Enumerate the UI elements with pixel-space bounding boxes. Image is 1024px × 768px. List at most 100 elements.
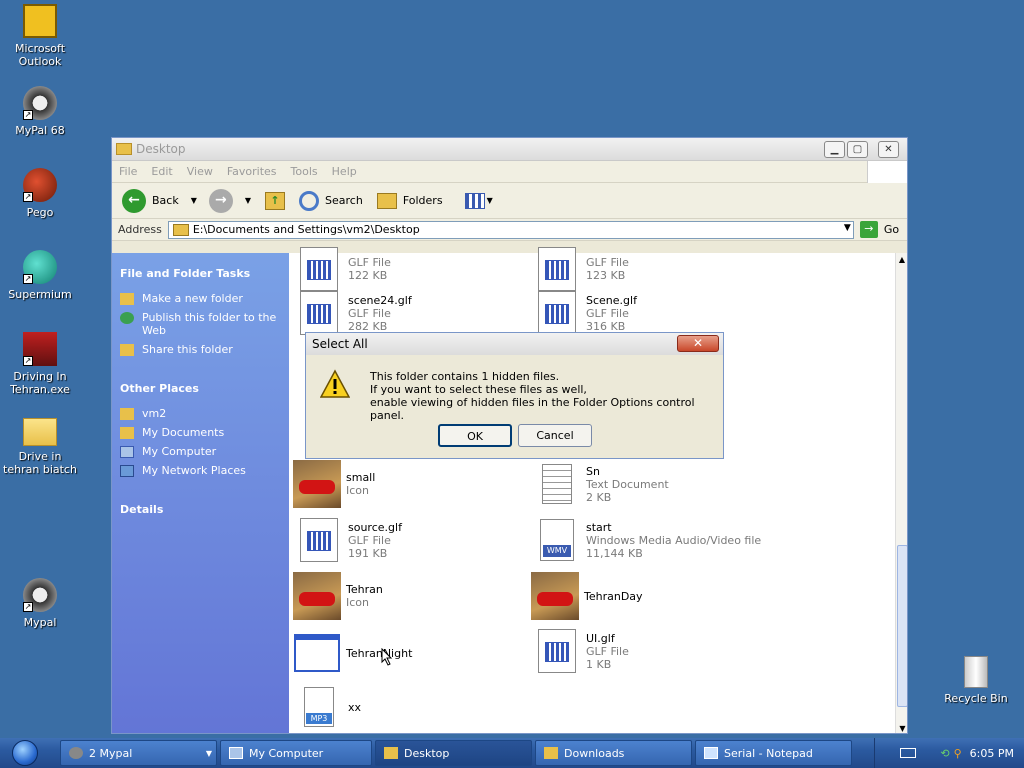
address-value: E:\Documents and Settings\vm2\Desktop bbox=[192, 223, 420, 236]
desktop-icon-driving-in-tehran[interactable]: ↗ Driving In Tehran.exe bbox=[1, 332, 79, 396]
taskbar-button-mypal[interactable]: 2 Mypal ▼ bbox=[60, 740, 217, 766]
keyboard-icon[interactable] bbox=[900, 748, 917, 758]
file-item[interactable]: Scene.glf GLF File 316 KB bbox=[533, 289, 637, 337]
desktop-icon-pego[interactable]: ↗ Pego bbox=[1, 168, 79, 219]
desktop-icon-mypal68[interactable]: ↗ MyPal 68 bbox=[1, 86, 79, 137]
dialog-titlebar[interactable]: Select All ✕ bbox=[306, 333, 723, 355]
up-folder-button[interactable]: ↑ bbox=[259, 191, 286, 210]
window-app-icon bbox=[293, 629, 341, 677]
chevron-down-icon: ▼ bbox=[486, 196, 493, 205]
glf-file-icon bbox=[295, 289, 343, 337]
go-button[interactable]: → Go bbox=[859, 221, 899, 238]
back-button[interactable]: ← Back ▼ bbox=[122, 188, 197, 213]
desktop-icon-recycle-bin[interactable]: Recycle Bin bbox=[936, 656, 1016, 705]
views-button[interactable]: ▼ bbox=[451, 192, 493, 209]
scroll-down-button[interactable]: ▼ bbox=[896, 722, 907, 733]
start-button[interactable] bbox=[0, 738, 50, 768]
menu-file[interactable]: File bbox=[112, 165, 144, 178]
close-button[interactable]: ✕ bbox=[878, 140, 899, 158]
pego-icon: ↗ bbox=[23, 168, 57, 202]
menu-edit[interactable]: Edit bbox=[144, 165, 179, 178]
other-places-title[interactable]: Other Places bbox=[120, 382, 281, 395]
warning-icon bbox=[320, 369, 350, 398]
task-share-folder[interactable]: Share this folder bbox=[120, 343, 281, 356]
file-item[interactable]: small Icon bbox=[293, 460, 375, 508]
windows-logo-icon bbox=[867, 161, 907, 183]
menu-view[interactable]: View bbox=[180, 165, 220, 178]
file-item[interactable]: TehranDay bbox=[531, 572, 643, 620]
scroll-thumb[interactable] bbox=[897, 545, 907, 707]
raccoon-icon: ↗ bbox=[23, 578, 57, 612]
my-documents-icon bbox=[120, 427, 134, 439]
file-name: scene24.glf bbox=[348, 293, 412, 307]
taskbar-button-downloads[interactable]: Downloads bbox=[535, 740, 692, 766]
file-size: 282 KB bbox=[348, 319, 388, 333]
taskbar-button-my-computer[interactable]: My Computer bbox=[220, 740, 372, 766]
task-new-folder[interactable]: Make a new folder bbox=[120, 292, 281, 305]
glf-file-icon bbox=[533, 289, 581, 337]
details-title[interactable]: Details bbox=[120, 503, 281, 516]
scroll-up-button[interactable]: ▲ bbox=[896, 253, 907, 266]
dialog-close-button[interactable]: ✕ bbox=[677, 335, 719, 352]
ok-button[interactable]: OK bbox=[438, 424, 512, 447]
text-document-icon bbox=[533, 460, 581, 508]
file-tasks-title[interactable]: File and Folder Tasks bbox=[120, 267, 281, 280]
menu-help[interactable]: Help bbox=[325, 165, 364, 178]
search-button[interactable]: Search bbox=[293, 190, 363, 211]
taskbar-button-notepad[interactable]: Serial - Notepad bbox=[695, 740, 852, 766]
search-tray-icon[interactable]: ⚲ bbox=[954, 747, 962, 760]
file-item[interactable]: Sn Text Document 2 KB bbox=[533, 460, 669, 508]
new-folder-icon bbox=[120, 293, 134, 305]
address-bar: Address E:\Documents and Settings\vm2\De… bbox=[112, 219, 907, 241]
minimize-button[interactable]: ▁ bbox=[824, 140, 845, 158]
folders-button[interactable]: Folders bbox=[371, 192, 443, 209]
chevron-down-icon[interactable]: ▼ bbox=[191, 196, 197, 205]
file-item[interactable]: GLF File 122 KB bbox=[295, 245, 391, 293]
chevron-down-icon[interactable]: ▼ bbox=[245, 196, 251, 205]
raccoon-icon bbox=[69, 747, 83, 759]
task-publish-web[interactable]: Publish this folder to the Web bbox=[120, 311, 281, 337]
chevron-down-icon[interactable]: ▼ bbox=[844, 223, 851, 233]
file-item[interactable]: Tehran Icon bbox=[293, 572, 383, 620]
file-type: GLF File bbox=[586, 644, 629, 658]
desktop-icon-label: MyPal 68 bbox=[15, 124, 65, 137]
window-titlebar[interactable]: Desktop ▁ ▢ ✕ bbox=[112, 138, 907, 161]
desktop-icon-label: Microsoft Outlook bbox=[14, 42, 66, 68]
place-my-documents[interactable]: My Documents bbox=[120, 426, 281, 439]
dialog-message-line: This folder contains 1 hidden files. bbox=[370, 370, 560, 383]
file-item[interactable]: WMV start Windows Media Audio/Video file 1… bbox=[533, 516, 761, 564]
place-my-computer[interactable]: My Computer bbox=[120, 445, 281, 458]
folder-icon bbox=[384, 747, 398, 759]
address-input[interactable]: E:\Documents and Settings\vm2\Desktop ▼ bbox=[167, 220, 854, 239]
file-item[interactable]: source.glf GLF File 191 KB bbox=[295, 516, 402, 564]
place-label: My Network Places bbox=[142, 464, 246, 477]
menu-bar: File Edit View Favorites Tools Help bbox=[112, 161, 907, 183]
menu-favorites[interactable]: Favorites bbox=[220, 165, 284, 178]
cancel-button[interactable]: Cancel bbox=[518, 424, 592, 447]
desktop-icon-supermium[interactable]: ↗ Supermium bbox=[1, 250, 79, 301]
file-item[interactable]: GLF File 123 KB bbox=[533, 245, 629, 293]
car-icon: ↗ bbox=[23, 332, 57, 366]
file-name: Tehran bbox=[346, 583, 383, 596]
file-item[interactable]: scene24.glf GLF File 282 KB bbox=[295, 289, 412, 337]
place-my-network[interactable]: My Network Places bbox=[120, 464, 281, 477]
desktop-icon-mypal[interactable]: ↗ Mypal bbox=[1, 578, 79, 629]
folders-label: Folders bbox=[402, 194, 443, 207]
taskbar-label: Desktop bbox=[404, 746, 450, 760]
maximize-button[interactable]: ▢ bbox=[847, 140, 868, 158]
file-item[interactable]: TehranNight bbox=[293, 629, 412, 677]
menu-tools[interactable]: Tools bbox=[284, 165, 325, 178]
network-tray-icon[interactable]: ⟲ bbox=[940, 747, 949, 760]
car-icon bbox=[293, 572, 341, 620]
taskbar-button-desktop[interactable]: Desktop bbox=[375, 740, 532, 766]
file-item[interactable]: MP3 xx bbox=[295, 683, 361, 731]
file-item[interactable]: UI.glf GLF File 1 KB bbox=[533, 627, 629, 675]
desktop-icon-outlook[interactable]: Microsoft Outlook bbox=[1, 4, 79, 68]
vertical-scrollbar[interactable]: ▲ ▼ bbox=[895, 253, 907, 733]
forward-button[interactable]: → ▼ bbox=[205, 188, 251, 213]
place-label: My Computer bbox=[142, 445, 217, 458]
desktop-icon-drive-folder[interactable]: Drive in tehran biatch bbox=[1, 414, 79, 476]
desktop-icon-label: Supermium bbox=[8, 288, 72, 301]
place-vm2[interactable]: vm2 bbox=[120, 407, 281, 420]
clock[interactable]: 6:05 PM bbox=[970, 747, 1014, 760]
